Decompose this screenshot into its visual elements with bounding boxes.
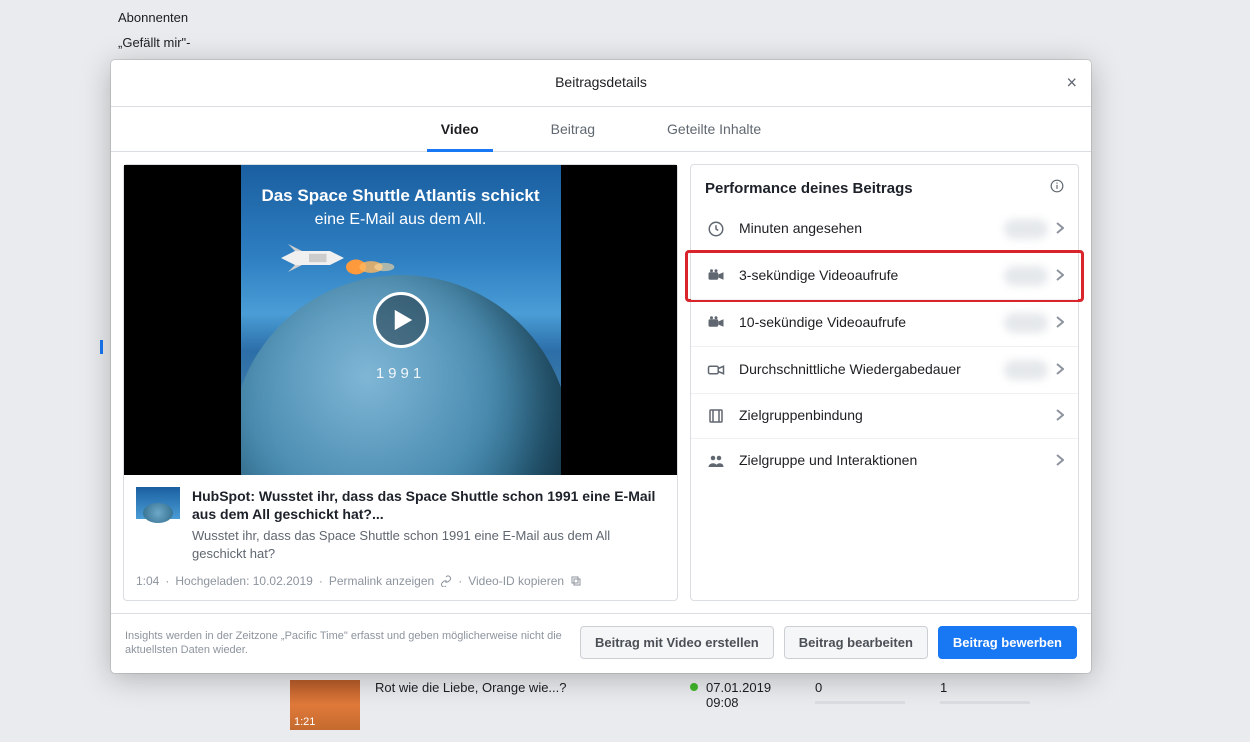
chevron-right-icon xyxy=(1056,453,1064,469)
flame-icon xyxy=(346,257,396,277)
tab-post[interactable]: Beitrag xyxy=(545,107,601,151)
sidebar-item-subscribers[interactable]: Abonnenten xyxy=(118,10,191,25)
video-row-col1: 0 xyxy=(815,680,925,704)
post-subtitle: Wusstet ihr, dass das Space Shuttle scho… xyxy=(192,527,665,562)
video-headline: Das Space Shuttle Atlantis schickt eine … xyxy=(241,185,561,231)
metric-row[interactable]: 10-sekündige Videoaufrufe xyxy=(691,299,1078,346)
status-dot-icon xyxy=(690,683,698,691)
info-icon[interactable] xyxy=(1050,179,1064,198)
post-details-modal: Beitragsdetails × Video Beitrag Geteilte… xyxy=(111,60,1091,673)
post-title: HubSpot: Wusstet ihr, dass das Space Shu… xyxy=(192,487,665,523)
metric-value-blurred xyxy=(1004,266,1048,286)
metric-row[interactable]: Durchschnittliche Wiedergabedauer xyxy=(691,346,1078,393)
metric-label: Zielgruppe und Interaktionen xyxy=(739,452,1056,470)
promote-post-button[interactable]: Beitrag bewerben xyxy=(938,626,1077,659)
camera-icon xyxy=(705,314,727,332)
video-row-col2: 1 xyxy=(940,680,1050,704)
copy-video-id-link[interactable]: Video-ID kopieren xyxy=(468,574,564,588)
modal-title: Beitragsdetails xyxy=(555,74,647,90)
chevron-right-icon xyxy=(1056,362,1064,378)
video-row-date: 07.01.201909:08 xyxy=(690,680,800,710)
permalink-link[interactable]: Permalink anzeigen xyxy=(329,574,434,588)
sidebar: Abonnenten „Gefällt mir"- xyxy=(118,10,191,60)
modal-footer: Insights werden in der Zeitzone „Pacific… xyxy=(111,613,1091,673)
metric-row[interactable]: Minuten angesehen xyxy=(691,206,1078,252)
metric-label: Zielgruppenbindung xyxy=(739,407,1056,425)
metric-value-blurred xyxy=(1004,313,1048,333)
video-outline-icon xyxy=(705,361,727,379)
modal-tabs: Video Beitrag Geteilte Inhalte xyxy=(111,107,1091,152)
camera-icon xyxy=(705,267,727,285)
background-video-row[interactable]: 1:21 Rot wie die Liebe, Orange wie...? 0… xyxy=(290,680,1190,730)
metric-label: Minuten angesehen xyxy=(739,220,1004,238)
create-post-button[interactable]: Beitrag mit Video erstellen xyxy=(580,626,774,659)
film-icon xyxy=(705,407,727,425)
video-duration: 1:04 xyxy=(136,574,159,588)
people-icon xyxy=(705,452,727,470)
video-thumbnail: 1:21 xyxy=(290,680,360,730)
clock-icon xyxy=(705,220,727,238)
performance-title: Performance deines Beitrags xyxy=(705,180,913,197)
chevron-right-icon xyxy=(1056,315,1064,331)
tab-shared[interactable]: Geteilte Inhalte xyxy=(661,107,767,151)
metric-label: 3-sekündige Videoaufrufe xyxy=(739,267,1004,285)
close-icon[interactable]: × xyxy=(1066,73,1077,94)
modal-header: Beitragsdetails × xyxy=(111,60,1091,107)
video-uploaded: Hochgeladen: 10.02.2019 xyxy=(175,574,312,588)
play-button[interactable] xyxy=(373,292,429,348)
footer-note: Insights werden in der Zeitzone „Pacific… xyxy=(125,629,570,658)
sidebar-item-likes[interactable]: „Gefällt mir"- xyxy=(118,35,191,50)
metric-list: Minuten angesehen 3-sekündige Videoaufruf… xyxy=(691,206,1078,483)
video-year: 1991 xyxy=(241,365,561,382)
metric-label: Durchschnittliche Wiedergabedauer xyxy=(739,361,1004,379)
metric-row[interactable]: Zielgruppenbindung xyxy=(691,393,1078,438)
post-thumbnail xyxy=(136,487,180,519)
chevron-right-icon xyxy=(1056,408,1064,424)
link-icon xyxy=(440,575,452,587)
edit-post-button[interactable]: Beitrag bearbeiten xyxy=(784,626,928,659)
metric-value-blurred xyxy=(1004,360,1048,380)
metric-label: 10-sekündige Videoaufrufe xyxy=(739,314,1004,332)
performance-panel: Performance deines Beitrags Minuten ange… xyxy=(690,164,1079,601)
tab-video[interactable]: Video xyxy=(435,107,485,151)
metric-row[interactable]: Zielgruppe und Interaktionen xyxy=(691,438,1078,483)
copy-icon xyxy=(570,575,582,587)
metric-value-blurred xyxy=(1004,219,1048,239)
video-card-footer: 1:04 · Hochgeladen: 10.02.2019 · Permali… xyxy=(124,574,677,600)
video-player[interactable]: Das Space Shuttle Atlantis schickt eine … xyxy=(124,165,677,475)
shuttle-icon xyxy=(281,243,351,273)
chevron-right-icon xyxy=(1056,221,1064,237)
video-card: Das Space Shuttle Atlantis schickt eine … xyxy=(123,164,678,601)
post-meta: HubSpot: Wusstet ihr, dass das Space Shu… xyxy=(124,475,677,574)
video-row-title: Rot wie die Liebe, Orange wie...? xyxy=(375,680,675,695)
sidebar-active-indicator xyxy=(100,340,103,354)
chevron-right-icon xyxy=(1056,268,1064,284)
metric-row[interactable]: 3-sekündige Videoaufrufe xyxy=(691,252,1078,299)
